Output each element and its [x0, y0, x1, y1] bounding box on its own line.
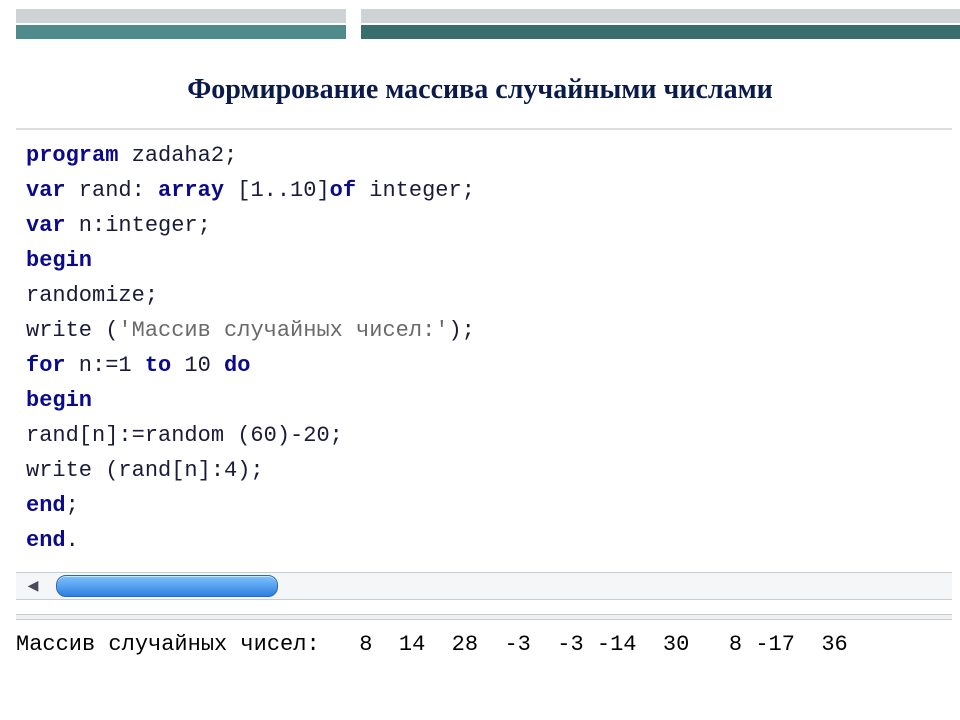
scroll-left-icon[interactable]: ◀ [22, 576, 44, 596]
keyword-begin: begin [26, 388, 92, 413]
code-text: rand: [66, 178, 158, 203]
keyword-to: to [145, 353, 171, 378]
top-decoration [16, 0, 952, 44]
keyword-end: end [26, 528, 66, 553]
keyword-of: of [330, 178, 356, 203]
deco-bar [361, 9, 960, 23]
code-text: n:=1 [66, 353, 145, 378]
code-text: ; [66, 493, 79, 518]
slide-title: Формирование массива случайными числами [0, 74, 960, 106]
keyword-var: var [26, 213, 66, 238]
code-text: ); [448, 318, 474, 343]
code-text: n:integer; [66, 213, 211, 238]
code-line: end; [26, 488, 944, 523]
code-line: end. [26, 523, 944, 558]
deco-bar [16, 25, 346, 39]
horizontal-scrollbar[interactable]: ◀ [16, 572, 952, 600]
string-literal: 'Массив случайных чисел:' [118, 318, 448, 343]
deco-bar [16, 9, 346, 23]
deco-bar [361, 25, 960, 39]
code-text: integer; [356, 178, 475, 203]
code-line: var n:integer; [26, 208, 944, 243]
code-line: randomize; [26, 278, 944, 313]
code-text: [1..10] [224, 178, 330, 203]
keyword-for: for [26, 353, 66, 378]
keyword-begin: begin [26, 248, 92, 273]
code-line: for n:=1 to 10 do [26, 348, 944, 383]
code-panel: program zadaha2; var rand: array [1..10]… [16, 128, 952, 568]
keyword-array: array [158, 178, 224, 203]
code-line: rand[n]:=random (60)-20; [26, 418, 944, 453]
program-output: Массив случайных чисел: 8 14 28 -3 -3 -1… [16, 632, 952, 657]
keyword-var: var [26, 178, 66, 203]
code-text: randomize; [26, 283, 158, 308]
panel-divider [16, 614, 952, 620]
keyword-do: do [224, 353, 250, 378]
code-text: write (rand[n]:4); [26, 458, 264, 483]
slide-frame: Формирование массива случайными числами … [0, 0, 960, 720]
code-text: write ( [26, 318, 118, 343]
code-text: . [66, 528, 79, 553]
code-line: program zadaha2; [26, 138, 944, 173]
code-line: write ('Массив случайных чисел:'); [26, 313, 944, 348]
code-line: begin [26, 243, 944, 278]
code-line: var rand: array [1..10]of integer; [26, 173, 944, 208]
code-text: rand[n]:=random (60)-20; [26, 423, 343, 448]
keyword-program: program [26, 143, 118, 168]
code-text: 10 [171, 353, 224, 378]
keyword-end: end [26, 493, 66, 518]
code-line: write (rand[n]:4); [26, 453, 944, 488]
scroll-thumb[interactable] [56, 575, 278, 597]
code-text: zadaha2; [118, 143, 237, 168]
code-line: begin [26, 383, 944, 418]
